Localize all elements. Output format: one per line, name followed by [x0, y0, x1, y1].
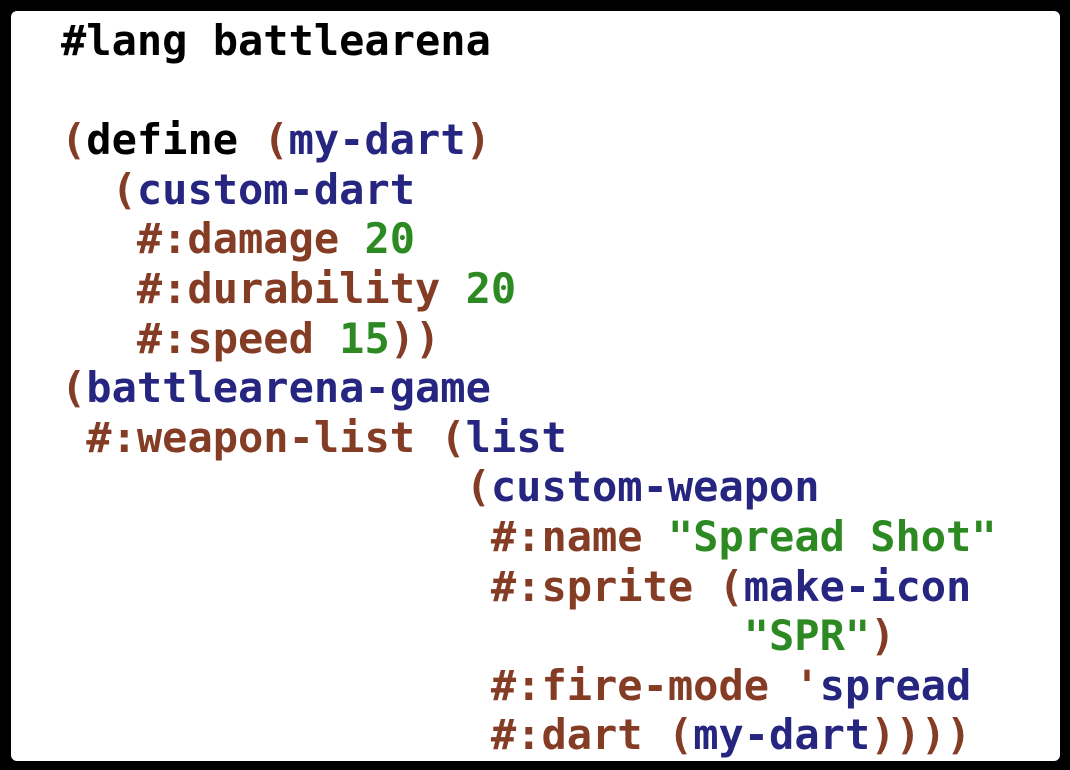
code-token-paren: ): [465, 115, 491, 165]
code-token-num: 15: [339, 313, 390, 363]
code-token-id: my-dart: [288, 115, 466, 165]
code-token-kw: #:damage: [136, 214, 340, 264]
code-token-plain: #lang battlearena: [61, 16, 491, 65]
code-line: (custom-dart: [61, 165, 997, 215]
code-line: #:durability 20: [61, 264, 997, 314]
code-token-id: custom-dart: [136, 164, 416, 214]
code-token-kw: #:speed: [136, 313, 314, 363]
code-token-kw: #:dart: [490, 710, 643, 760]
code-token-kw: #:fire-mode: [490, 660, 770, 710]
code-text[interactable]: #lang battlearena (define (my-dart) (cus…: [61, 11, 997, 760]
code-token-paren: )))): [870, 710, 972, 760]
code-token-paren: (: [440, 412, 466, 462]
code-token-kw: #:sprite: [490, 561, 694, 611]
code-token-paren: (: [61, 115, 87, 165]
code-line: #:fire-mode 'spread: [61, 661, 997, 711]
code-editor-panel[interactable]: #lang battlearena (define (my-dart) (cus…: [11, 11, 1060, 761]
code-line: #:name "Spread Shot": [61, 512, 997, 562]
code-token-id: my-dart: [693, 710, 871, 760]
code-token-kw: #:durability: [136, 263, 441, 313]
code-token-id: list: [465, 412, 567, 462]
code-token-paren: (: [465, 462, 491, 512]
code-token-num: 20: [364, 214, 416, 264]
code-token-paren: (: [61, 363, 87, 413]
code-token-id: battlearena-game: [86, 363, 491, 413]
code-token-paren: ): [870, 611, 896, 661]
code-line: (define (my-dart): [61, 115, 997, 165]
code-token-str: "SPR": [743, 611, 871, 661]
code-token-paren: )): [389, 313, 441, 363]
code-token-id: custom-weapon: [490, 462, 820, 512]
code-token-kw: #:name: [490, 511, 643, 561]
code-token-paren: (: [263, 115, 289, 165]
code-token-paren: (: [667, 710, 694, 760]
code-token-num: 20: [465, 263, 517, 313]
code-token-kw: #:weapon-list: [86, 412, 416, 462]
code-line: #:damage 20: [61, 214, 997, 264]
code-line: #:dart (my-dart)))): [61, 710, 997, 760]
code-line: "SPR"): [61, 611, 997, 661]
code-token-sym: ': [794, 660, 820, 710]
code-token-plain: define: [86, 115, 239, 165]
code-line: #lang battlearena: [61, 16, 997, 66]
code-token-str: "Spread Shot": [667, 511, 997, 561]
code-token-id: spread: [819, 660, 972, 710]
code-line: #:weapon-list (list: [61, 413, 997, 463]
code-line: (custom-weapon: [61, 462, 997, 512]
code-token-paren: (: [718, 561, 744, 611]
code-token-paren: (: [111, 164, 137, 214]
code-line: #:speed 15)): [61, 314, 997, 364]
code-line: (battlearena-game: [61, 363, 997, 413]
code-line: #:sprite (make-icon: [61, 562, 997, 612]
code-token-id: make-icon: [743, 561, 972, 611]
